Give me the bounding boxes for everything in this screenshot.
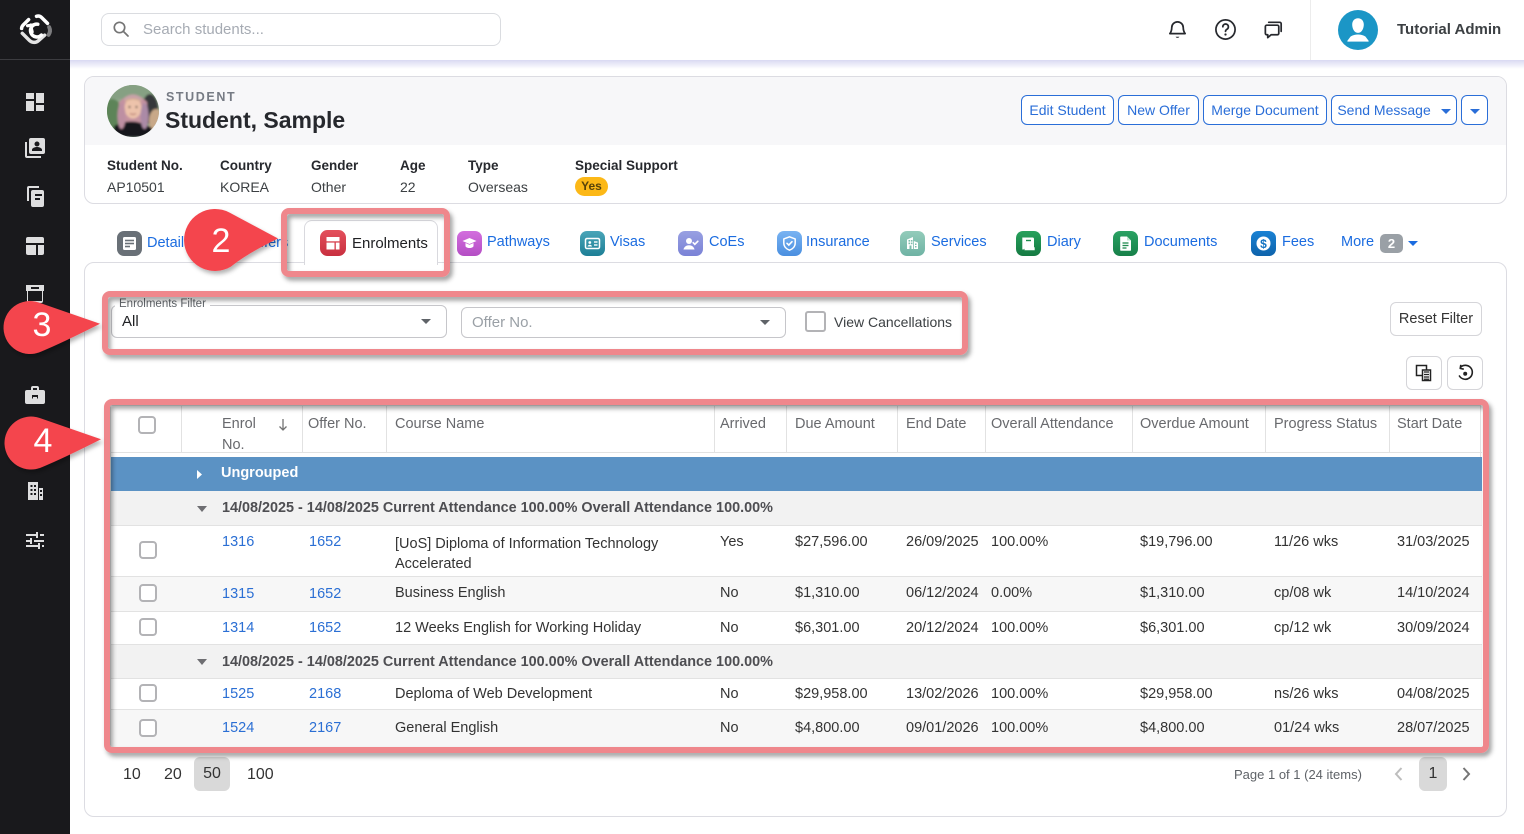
svg-text:3: 3 bbox=[33, 306, 52, 344]
svg-text:4: 4 bbox=[34, 422, 53, 460]
svg-text:2: 2 bbox=[212, 222, 231, 260]
